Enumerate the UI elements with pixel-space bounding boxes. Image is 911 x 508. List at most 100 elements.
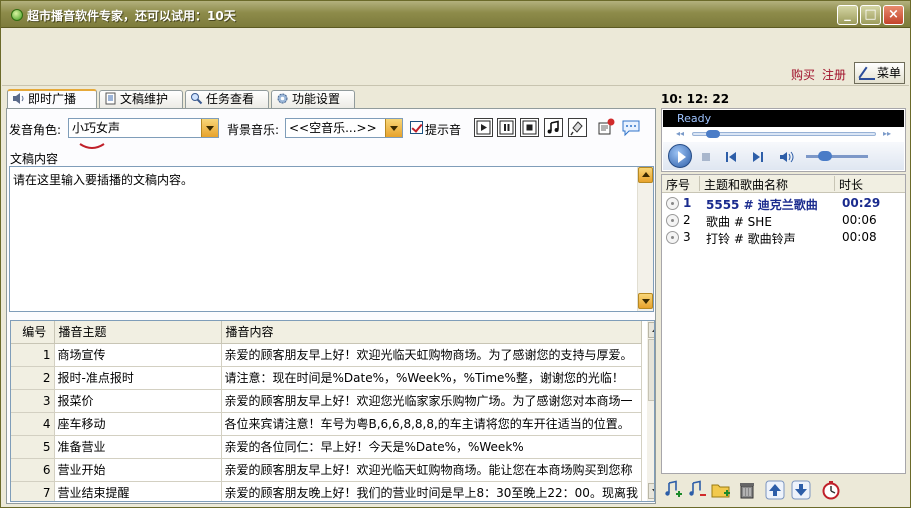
bgm-label: 背景音乐: (227, 123, 280, 137)
table-row[interactable]: 7 营业结束提醒 亲爱的顾客朋友晚上好！我们的营业时间是早上8：30至晚上22：00… (11, 481, 642, 501)
stop-broadcast-button[interactable] (520, 118, 539, 137)
playlist-item-number: 3 (683, 230, 691, 244)
add-music-icon[interactable] (663, 480, 683, 500)
app-logo-icon (11, 9, 23, 21)
title-bar[interactable]: 超市播音软件专家，还可以试用：10天 _ □ × (1, 1, 910, 28)
scroll-down-icon[interactable] (638, 293, 653, 309)
move-up-icon[interactable] (765, 480, 785, 500)
remove-music-icon[interactable] (687, 480, 707, 500)
playlist-header-title[interactable]: 主题和歌曲名称 (704, 176, 788, 193)
player-controls (663, 142, 904, 170)
column-header-content[interactable]: 播音内容 (221, 321, 642, 344)
play-broadcast-button[interactable] (474, 118, 493, 137)
main-window: 超市播音软件专家，还可以试用：10天 _ □ × 购买 注册 菜单 即时广播 文… (0, 0, 911, 508)
broadcast-list-grid: 编号 播音主题 播音内容 1 商场宣传 亲爱的顾客朋友早上好！欢迎光临天虹购物商场。… (10, 320, 655, 502)
voice-select[interactable]: 小巧女声 (68, 118, 219, 138)
row-content: 亲爱的顾客朋友晚上好！我们的营业时间是早上8：30至晚上22：00。现离我 (221, 481, 642, 501)
stop-icon[interactable] (701, 152, 711, 162)
seek-knob[interactable] (706, 130, 720, 138)
buy-link[interactable]: 购买 (791, 66, 815, 83)
table-row[interactable]: 3 报菜价 亲爱的顾客朋友早上好！欢迎您光临家家乐购物广场。为了感谢您对本商场一 (11, 389, 642, 413)
volume-slider[interactable] (806, 151, 868, 161)
playlist-header: 序号 主题和歌曲名称 时长 (662, 175, 905, 193)
menu-button[interactable]: 菜单 (854, 62, 905, 84)
row-content: 亲爱的各位同仁：早上好！今天是%Date%，%Week% (221, 435, 642, 459)
playlist-item[interactable]: 3 打铃 # 歌曲铃声 00:08 (662, 229, 905, 246)
background-music-select[interactable]: <<空音乐...>> (285, 118, 403, 138)
row-topic: 营业开始 (54, 458, 222, 482)
previous-track-icon[interactable] (726, 152, 736, 162)
row-number: 1 (11, 343, 55, 367)
message-button[interactable] (621, 118, 640, 137)
add-folder-icon[interactable] (711, 480, 731, 500)
player-status: Ready (663, 110, 904, 127)
table-row[interactable]: 4 座车移动 各位来宾请注意！车号为粤B,6,6,8,8,8,的车主请将您的车开往适… (11, 412, 642, 436)
music-button[interactable] (544, 118, 563, 137)
prompt-tone-label: 提示音 (425, 123, 462, 137)
pause-broadcast-button[interactable] (497, 118, 516, 137)
table-row[interactable]: 2 报时-准点报时 请注意：现在时间是%Date%，%Week%，%Time%整，谢… (11, 366, 642, 390)
row-content: 亲爱的顾客朋友早上好！欢迎光临天虹购物商场。能让您在本商场购买到您称 (221, 458, 642, 482)
scroll-up-icon[interactable] (648, 322, 654, 338)
playlist-header-duration[interactable]: 时长 (839, 176, 863, 193)
broadcast-content-textarea[interactable]: 请在这里输入要插播的文稿内容。 (9, 166, 654, 312)
seek-bar[interactable] (692, 130, 876, 138)
row-content: 各位来宾请注意！车号为粤B,6,6,8,8,8,的车主请将您的车开往适当的位置。 (221, 412, 642, 436)
column-header-number[interactable]: 编号 (11, 321, 55, 344)
chevron-down-icon[interactable] (385, 119, 402, 137)
minimize-button[interactable]: _ (837, 5, 858, 25)
tab-function-settings[interactable]: 功能设置 (271, 90, 355, 108)
row-topic: 商场宣传 (54, 343, 222, 367)
notepad-button[interactable] (597, 118, 616, 137)
scroll-thumb[interactable] (648, 339, 654, 401)
row-number: 3 (11, 389, 55, 413)
timer-icon[interactable] (821, 480, 841, 500)
document-icon (105, 92, 116, 105)
speech-bubble-icon (622, 120, 640, 137)
scroll-down-icon[interactable] (648, 483, 654, 499)
grid-scrollbar[interactable] (647, 321, 654, 501)
playlist-item[interactable]: 2 歌曲 # SHE 00:06 (662, 212, 905, 229)
tab-instant-broadcast[interactable]: 即时广播 (7, 89, 97, 108)
tab-task-view[interactable]: 任务查看 (185, 90, 269, 108)
tab-document-maintenance[interactable]: 文稿维护 (99, 90, 183, 108)
column-header-topic[interactable]: 播音主题 (54, 321, 222, 344)
table-row[interactable]: 6 营业开始 亲爱的顾客朋友早上好！欢迎光临天虹购物商场。能让您在本商场购买到您称 (11, 458, 642, 482)
next-track-icon[interactable] (753, 152, 763, 162)
table-row[interactable]: 1 商场宣传 亲爱的顾客朋友早上好！欢迎光临天虹购物商场。为了感谢您的支持与厚爱。 (11, 343, 642, 367)
row-content: 亲爱的顾客朋友早上好！欢迎光临天虹购物商场。为了感谢您的支持与厚爱。 (221, 343, 642, 367)
row-topic: 座车移动 (54, 412, 222, 436)
content-scrollbar[interactable] (637, 167, 653, 311)
disc-icon (666, 197, 679, 210)
tab-label: 文稿维护 (120, 92, 169, 106)
disc-icon (666, 231, 679, 244)
playlist-header-number[interactable]: 序号 (666, 176, 690, 193)
play-button[interactable] (668, 144, 692, 168)
playlist-item-duration: 00:08 (842, 230, 877, 244)
volume-knob[interactable] (818, 151, 832, 161)
content-label: 文稿内容 (10, 152, 59, 166)
playlist-toolbar (661, 477, 906, 503)
row-number: 2 (11, 366, 55, 390)
prompt-tone-checkbox[interactable] (410, 121, 423, 134)
music-note-icon (547, 120, 559, 134)
record-button[interactable] (568, 118, 587, 137)
row-topic: 营业结束提醒 (54, 481, 222, 501)
playlist-item-title: 5555 # 迪克兰歌曲 (706, 198, 818, 212)
notepad-icon (598, 118, 615, 135)
volume-icon[interactable] (779, 151, 795, 163)
row-topic: 准备营业 (54, 435, 222, 459)
chevron-down-icon[interactable] (201, 119, 218, 137)
register-link[interactable]: 注册 (822, 66, 846, 83)
move-down-icon[interactable] (791, 480, 811, 500)
trash-icon[interactable] (737, 480, 757, 500)
table-row[interactable]: 5 准备营业 亲爱的各位同仁：早上好！今天是%Date%，%Week% (11, 435, 642, 459)
play-icon (476, 120, 491, 135)
scroll-up-icon[interactable] (638, 167, 653, 183)
close-button[interactable]: × (883, 5, 904, 25)
playlist-item[interactable]: 1 5555 # 迪克兰歌曲 00:29 (662, 195, 905, 212)
maximize-button[interactable]: □ (860, 5, 881, 25)
tab-label: 功能设置 (292, 92, 341, 106)
disc-icon (666, 214, 679, 227)
rewind-small-icon: ◂◂ (676, 129, 685, 138)
